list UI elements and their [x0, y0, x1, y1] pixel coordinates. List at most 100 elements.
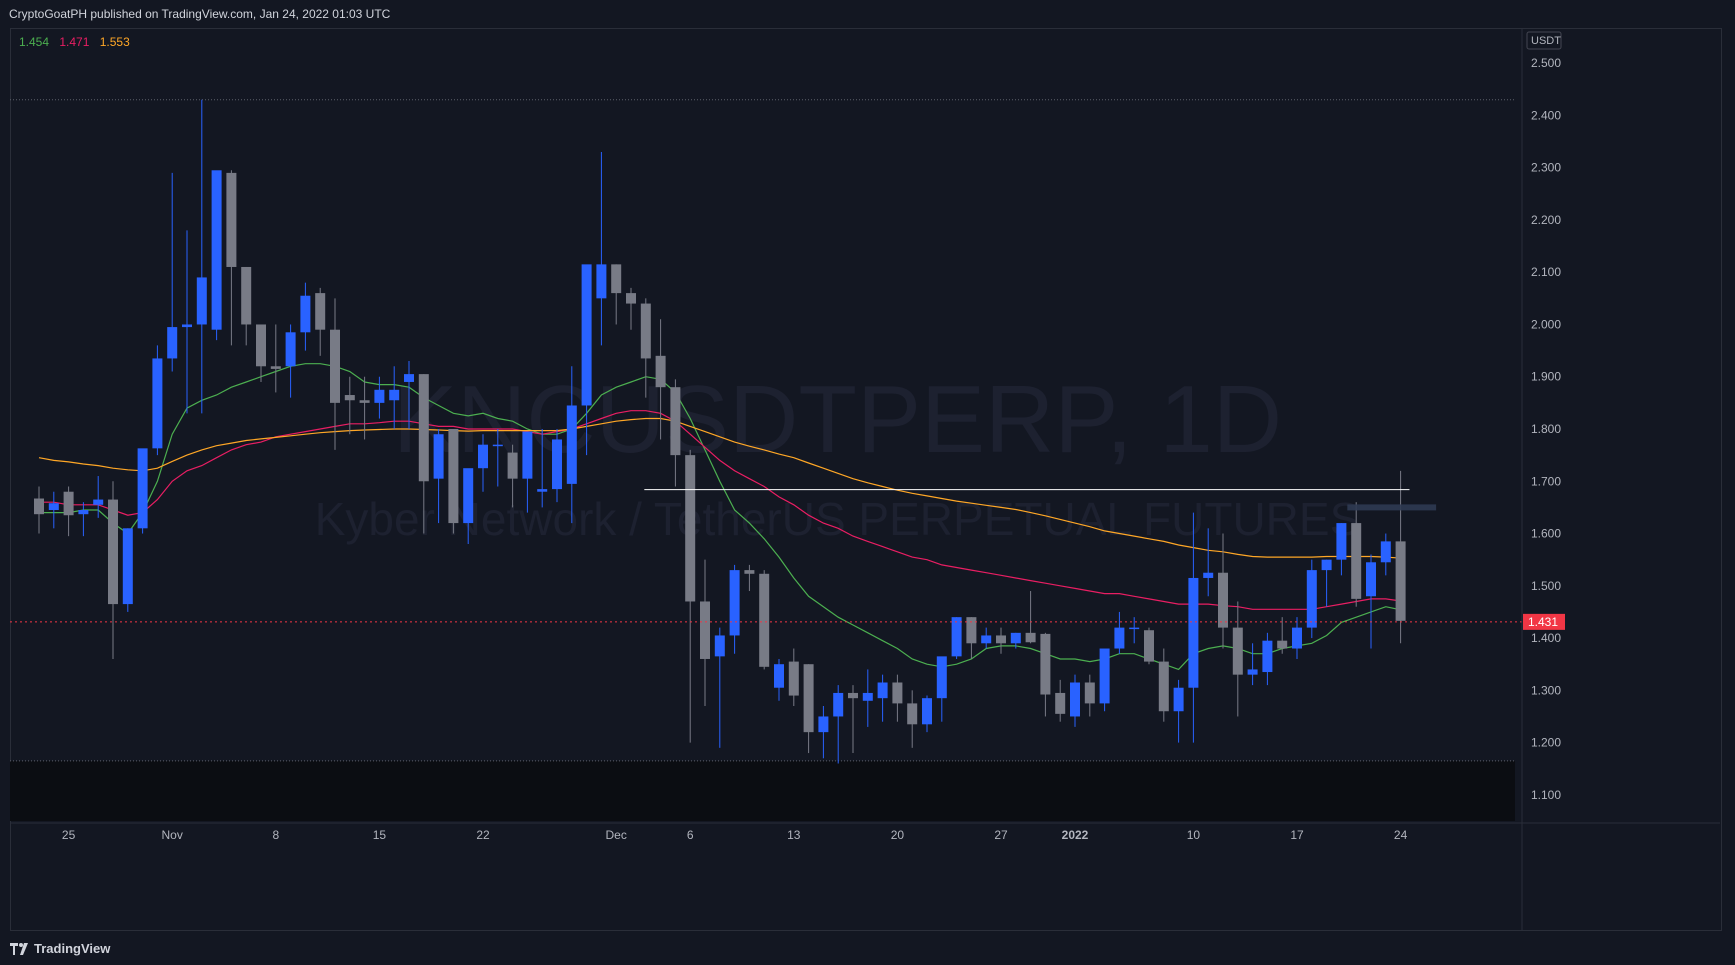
candle-body [1114, 627, 1125, 649]
candle-body [1232, 627, 1243, 675]
candle-body [966, 617, 977, 644]
high-zone-box [1347, 504, 1437, 511]
price-tick-label: 1.200 [1531, 736, 1561, 750]
candle-body [1380, 541, 1391, 563]
price-tick-label: 1.100 [1531, 788, 1561, 802]
ma-legend: 1.454 1.471 1.553 [19, 35, 137, 49]
candle-body [226, 172, 237, 267]
candle-body [1366, 562, 1376, 597]
candle-body [463, 468, 474, 524]
ma-mid-value: 1.471 [59, 35, 90, 49]
candle-body [152, 358, 163, 449]
candle-body [1247, 669, 1258, 675]
time-tick-label: 27 [994, 828, 1008, 842]
moving-average-line-3 [38, 417, 1401, 559]
candle-body [137, 448, 148, 529]
price-tick-label: 1.500 [1531, 579, 1561, 593]
time-tick-label: 10 [1187, 828, 1201, 842]
currency-label: USDT [1531, 35, 1561, 47]
candle-body [640, 303, 651, 359]
candle-body [374, 389, 385, 403]
candle-body [922, 698, 932, 725]
last-price-label: 1.431 [1528, 615, 1558, 629]
candle-body [907, 703, 918, 725]
candle-body [655, 355, 666, 388]
candle-body [256, 324, 266, 367]
candle-body [788, 661, 799, 696]
candle-body [285, 332, 296, 367]
candle-body [1129, 627, 1140, 630]
published-text: CryptoGoatPH published on TradingView.co… [9, 7, 391, 21]
footer-bar: TradingView [0, 932, 1735, 965]
candle-body [78, 510, 89, 515]
candle-body [492, 444, 503, 447]
candle-body [34, 498, 44, 515]
candle-body [315, 293, 326, 330]
candle-body [1010, 632, 1021, 644]
candle-body [1395, 541, 1406, 621]
candle-body [108, 499, 118, 605]
candle-body [211, 170, 222, 330]
candle-body [1144, 630, 1154, 662]
candle-body [507, 452, 518, 479]
candle-body [552, 439, 562, 490]
candle-body [670, 387, 681, 456]
candle-body [270, 366, 281, 369]
price-tick-label: 2.000 [1531, 317, 1561, 331]
candle-body [182, 324, 192, 328]
price-tick-label: 1.300 [1531, 683, 1561, 697]
time-tick-label: 6 [687, 828, 694, 842]
ma-slow-value: 1.553 [99, 35, 130, 49]
candle-body [1173, 687, 1184, 712]
candle-body [300, 295, 311, 333]
price-tick-label: 1.400 [1531, 631, 1561, 645]
price-tick-label: 2.500 [1531, 56, 1561, 70]
price-tick-label: 1.800 [1531, 422, 1561, 436]
candle-body [1292, 627, 1302, 649]
candle-body [1055, 692, 1066, 714]
candle-body [1321, 559, 1332, 571]
candle-body [581, 264, 592, 406]
candle-body [196, 277, 207, 325]
candle-body [1025, 632, 1036, 643]
candle-body [1262, 640, 1273, 673]
candle-body [936, 656, 947, 699]
candle-body [1158, 661, 1169, 712]
lower-range-shade [10, 760, 1515, 821]
candle-body [1084, 682, 1095, 704]
candle-body [478, 444, 488, 469]
candle-body [1351, 523, 1362, 599]
time-tick-label: 2022 [1062, 828, 1089, 842]
ma-fast-value: 1.454 [19, 35, 50, 49]
candle-body [1188, 577, 1199, 688]
candle-body [404, 374, 414, 382]
footer-logo-text[interactable]: TradingView [34, 941, 110, 956]
candle-body [167, 327, 178, 359]
candle-body [433, 434, 444, 479]
price-tick-label: 1.700 [1531, 474, 1561, 488]
time-tick-label: Nov [162, 828, 183, 842]
price-tick-label: 2.300 [1531, 161, 1561, 175]
candle-body [596, 264, 607, 299]
candle-body [848, 692, 858, 699]
candle-body [1099, 648, 1110, 704]
time-tick-label: 13 [787, 828, 801, 842]
candle-body [685, 455, 696, 602]
candle-body [1203, 572, 1214, 578]
price-tick-label: 1.600 [1531, 527, 1561, 541]
candlestick-chart[interactable]: 2.500 2.400 2.300 2.200 2.100 2.000 1.900 1.800… [10, 29, 1720, 930]
candle-body [729, 570, 740, 636]
time-tick-label: 17 [1290, 828, 1304, 842]
time-tick-label: 24 [1394, 828, 1408, 842]
candle-body [241, 266, 252, 325]
candle-body [744, 570, 755, 574]
time-tick-label: 22 [476, 828, 490, 842]
candle-body [344, 395, 355, 401]
tradingview-logo-icon[interactable] [10, 942, 30, 955]
time-tick-label: 8 [272, 828, 279, 842]
candle-body [759, 573, 770, 667]
candle-body [1306, 570, 1317, 628]
candle-body [522, 431, 533, 479]
candle-body [700, 601, 710, 659]
candle-body [803, 664, 814, 733]
